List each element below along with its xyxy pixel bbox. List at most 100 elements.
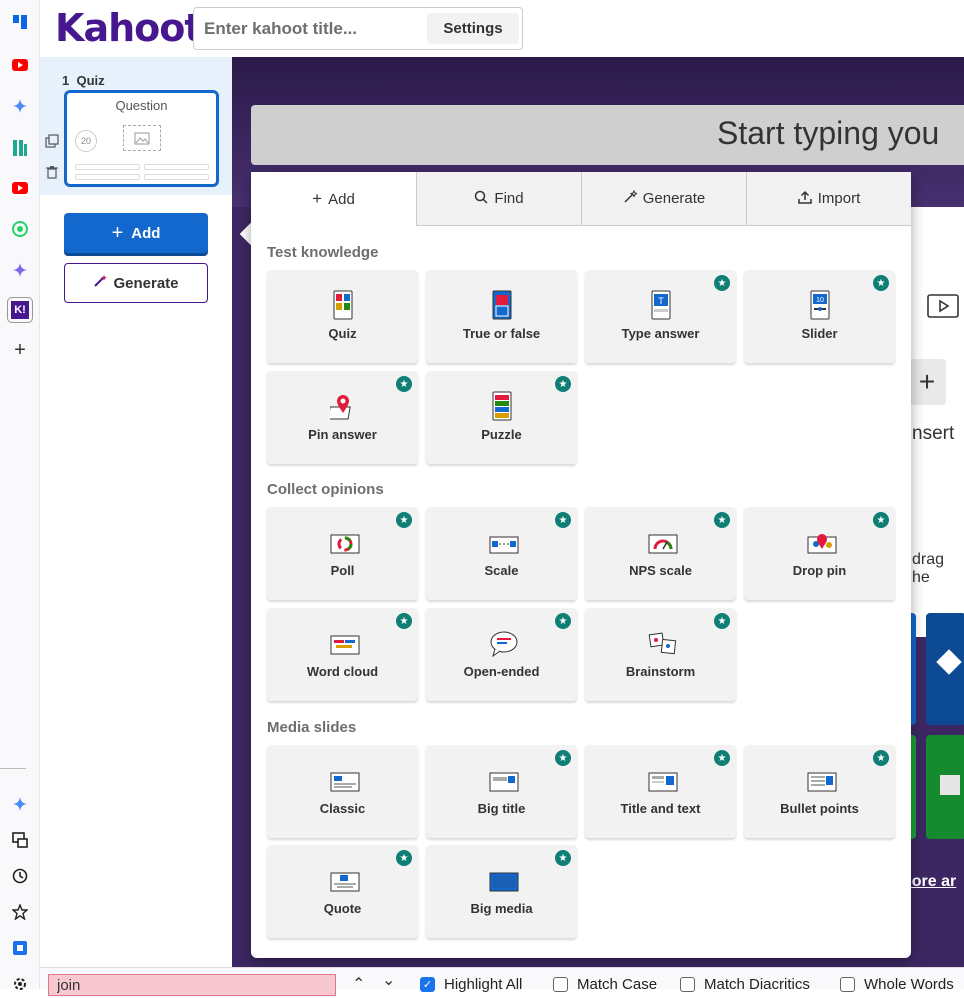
classic-slide-icon xyxy=(330,765,360,795)
video-icon xyxy=(926,289,962,326)
chevron-up-icon[interactable]: ⌃ xyxy=(352,974,365,994)
diamond-icon xyxy=(936,649,962,675)
answer-placeholder xyxy=(75,174,140,180)
delete-icon[interactable] xyxy=(45,165,59,184)
slide-title: Question xyxy=(115,98,168,113)
drop-pin-icon xyxy=(807,527,837,557)
tile-label: Brainstorm xyxy=(625,664,696,679)
big-title-icon xyxy=(489,765,519,795)
youtube-icon[interactable] xyxy=(0,51,40,79)
settings-button[interactable]: Settings xyxy=(427,13,519,44)
tile-label: Classic xyxy=(319,801,366,816)
bookmark-star-icon[interactable] xyxy=(0,898,40,926)
question-type-nps-scale[interactable]: ★ NPS scale xyxy=(585,507,736,600)
slide-type-bullet-points[interactable]: ★ Bullet points xyxy=(744,745,895,838)
premium-star-icon: ★ xyxy=(396,512,412,528)
question-type-true-or-false[interactable]: True or false xyxy=(426,270,577,363)
question-type-pin-answer[interactable]: ★ Pin answer xyxy=(267,371,418,464)
tile-label: Type answer xyxy=(621,326,700,341)
gemini-icon[interactable] xyxy=(0,92,40,120)
tile-label: Quote xyxy=(323,901,362,916)
tile-label: Slider xyxy=(801,326,838,341)
slide-item[interactable]: 1 Quiz Question 20 xyxy=(40,57,232,195)
tab-label: Generate xyxy=(642,190,706,207)
find-input[interactable] xyxy=(48,974,336,996)
answer-tile-green[interactable] xyxy=(926,735,964,839)
browser-sidebar: K! + xyxy=(0,0,40,990)
title-and-text-icon xyxy=(648,765,678,795)
question-type-open-ended[interactable]: ★ Open-ended xyxy=(426,608,577,701)
whole-words-checkbox[interactable]: Whole Words xyxy=(840,976,954,993)
premium-star-icon: ★ xyxy=(555,512,571,528)
bullet-points-icon xyxy=(807,765,837,795)
app-icon[interactable] xyxy=(0,134,40,162)
premium-star-icon: ★ xyxy=(396,850,412,866)
magic-wand-icon xyxy=(623,189,639,209)
premium-star-icon: ★ xyxy=(555,376,571,392)
gemini-icon[interactable] xyxy=(0,256,40,284)
chevron-down-icon[interactable]: ⌄ xyxy=(382,970,395,990)
svg-text:T: T xyxy=(658,296,664,306)
slide-type-big-media[interactable]: ★ Big media xyxy=(426,845,577,938)
match-case-checkbox[interactable]: Match Case xyxy=(553,976,657,993)
answer-tile-blue[interactable] xyxy=(926,613,964,725)
question-type-scale[interactable]: ★ Scale xyxy=(426,507,577,600)
gemini-icon[interactable] xyxy=(0,790,40,818)
tile-label: Pin answer xyxy=(308,427,377,442)
insert-media-button[interactable]: + xyxy=(908,359,946,405)
tile-label: Puzzle xyxy=(481,427,522,442)
question-type-quiz[interactable]: Quiz xyxy=(267,270,418,363)
question-type-type-answer[interactable]: ★ T Type answer xyxy=(585,270,736,363)
question-type-slider[interactable]: ★ 10 Slider xyxy=(744,270,895,363)
premium-star-icon: ★ xyxy=(873,750,889,766)
slide-thumbnail[interactable]: Question 20 xyxy=(64,90,219,187)
tab-label: Import xyxy=(817,190,861,207)
question-input[interactable]: Start typing you xyxy=(251,105,964,165)
device-icon[interactable] xyxy=(0,826,40,854)
option-label: Highlight All xyxy=(444,976,523,993)
tab-import[interactable]: Import xyxy=(746,172,911,226)
add-slide-button[interactable]: + Add xyxy=(64,213,208,253)
history-icon[interactable] xyxy=(0,862,40,890)
plus-icon[interactable]: + xyxy=(0,336,40,364)
question-type-puzzle[interactable]: ★ Puzzle xyxy=(426,371,577,464)
highlight-all-checkbox[interactable]: ✓ Highlight All xyxy=(420,976,522,993)
tab-add[interactable]: + Add xyxy=(251,172,416,226)
tab-generate[interactable]: Generate xyxy=(581,172,746,226)
question-type-brainstorm[interactable]: ★ Brainstorm xyxy=(585,608,736,701)
settings-icon[interactable] xyxy=(0,970,40,998)
quote-icon xyxy=(330,865,360,895)
puzzle-icon xyxy=(489,391,515,421)
option-label: Match Diacritics xyxy=(704,976,810,993)
plus-icon: + xyxy=(111,221,124,244)
slide-type-quote[interactable]: ★ Quote xyxy=(267,845,418,938)
premium-star-icon: ★ xyxy=(873,512,889,528)
whatsapp-icon[interactable] xyxy=(0,215,40,243)
checkbox-checked-icon: ✓ xyxy=(420,977,435,992)
question-type-drop-pin[interactable]: ★ Drop pin xyxy=(744,507,895,600)
answer-placeholder xyxy=(144,174,209,180)
kahoot-title-input[interactable] xyxy=(204,13,424,44)
duplicate-icon[interactable] xyxy=(45,134,59,153)
extension-icon[interactable] xyxy=(0,934,40,962)
word-cloud-icon xyxy=(330,628,360,658)
premium-star-icon: ★ xyxy=(555,850,571,866)
youtube-icon[interactable] xyxy=(0,174,40,202)
add-label: Add xyxy=(131,224,161,242)
question-type-word-cloud[interactable]: ★ Word cloud xyxy=(267,608,418,701)
slide-type-big-title[interactable]: ★ Big title xyxy=(426,745,577,838)
tile-label: NPS scale xyxy=(629,563,692,578)
generate-button[interactable]: Generate xyxy=(64,263,208,303)
match-diacritics-checkbox[interactable]: Match Diacritics xyxy=(680,976,810,993)
sidebar-divider xyxy=(0,768,26,769)
slide-type-title-and-text[interactable]: ★ Title and text xyxy=(585,745,736,838)
slide-type-classic[interactable]: Classic xyxy=(267,745,418,838)
premium-star-icon: ★ xyxy=(396,613,412,629)
section-title: Media slides xyxy=(267,719,357,736)
question-type-poll[interactable]: ★ Poll xyxy=(267,507,418,600)
pin-answer-icon xyxy=(327,391,356,421)
trello-icon[interactable] xyxy=(0,8,40,36)
tab-find[interactable]: Find xyxy=(416,172,581,226)
tile-label: Big title xyxy=(477,801,526,816)
kahoot-icon[interactable]: K! xyxy=(0,296,40,324)
